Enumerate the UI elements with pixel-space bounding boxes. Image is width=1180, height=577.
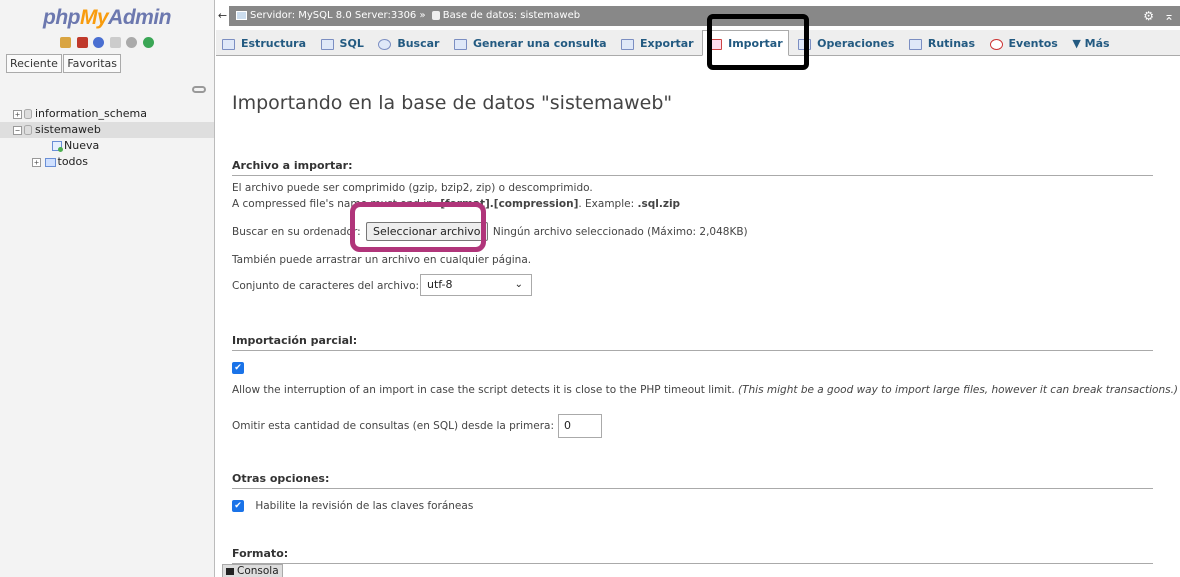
annotation-highlight-choose-file: [350, 202, 486, 252]
interrupt-checkbox-row: ✔: [232, 362, 244, 374]
database-tree: + information_schema − sistemaweb Nueva + …: [0, 106, 214, 170]
tab-estructura[interactable]: Estructura: [216, 31, 311, 56]
navigation-panel: phpMyAdmin Reciente Favoritas + informati…: [0, 0, 215, 577]
section-title-other: Otras opciones:: [232, 472, 1153, 489]
logout-icon[interactable]: [76, 36, 88, 48]
table-icon: [44, 157, 56, 167]
drag-note: También puede arrastrar un archivo en cu…: [232, 254, 532, 266]
recent-button[interactable]: Reciente: [6, 54, 62, 73]
help-icon[interactable]: [93, 36, 105, 48]
browse-label: Buscar en su ordenador:: [232, 226, 361, 238]
no-file-text: Ningún archivo seleccionado: [492, 226, 644, 238]
query-icon: [453, 38, 467, 50]
docs-icon[interactable]: [109, 36, 121, 48]
tab-rutinas[interactable]: Rutinas: [903, 31, 980, 56]
new-table-icon: [52, 141, 63, 152]
collapse-panel-icon[interactable]: ←: [216, 6, 230, 26]
expand-icon[interactable]: +: [32, 157, 41, 167]
tree-item-sistemaweb[interactable]: − sistemaweb: [0, 122, 214, 138]
main-tabs: Estructura SQL Buscar Generar una consul…: [216, 30, 1180, 56]
favorites-button[interactable]: Favoritas: [63, 54, 122, 73]
tab-eventos[interactable]: Eventos: [984, 31, 1063, 56]
breadcrumb-separator: »: [419, 10, 426, 21]
routines-icon: [908, 38, 922, 50]
link-with-main-icon[interactable]: [192, 86, 206, 93]
tree-item-label[interactable]: sistemaweb: [35, 123, 101, 136]
tab-mas[interactable]: ▼ Más: [1066, 31, 1114, 56]
scroll-top-icon[interactable]: ⌅: [1164, 6, 1174, 26]
database-icon: [24, 125, 32, 135]
charset-label: Conjunto de caracteres del archivo:: [232, 280, 420, 292]
settings-gear-icon[interactable]: ⚙: [1143, 6, 1154, 26]
home-icon[interactable]: [60, 36, 72, 48]
tab-sql[interactable]: SQL: [315, 31, 369, 56]
tree-item-label[interactable]: todos: [58, 155, 89, 168]
tree-item-nueva[interactable]: Nueva: [0, 138, 214, 154]
nav-icon-bar: [0, 35, 214, 51]
page-title: Importando en la base de datos "sistemaw…: [232, 92, 673, 114]
skip-queries-input[interactable]: 0: [558, 414, 602, 438]
sql-icon: [320, 38, 334, 50]
breadcrumb-server[interactable]: Servidor: MySQL 8.0 Server:3306: [250, 10, 416, 21]
console-icon: [226, 567, 234, 575]
console-tab[interactable]: Consola: [222, 564, 283, 577]
annotation-highlight-import-tab: [707, 14, 809, 70]
file-chooser-row: Buscar en su ordenador: Seleccionar arch…: [232, 222, 748, 241]
clock-icon: [989, 38, 1003, 50]
tree-item-todos[interactable]: + todos: [0, 154, 214, 170]
fk-checks-label: Habilite la revisión de las claves forán…: [255, 500, 474, 512]
tree-item-label[interactable]: Nueva: [64, 139, 99, 152]
tree-item-information-schema[interactable]: + information_schema: [0, 106, 214, 122]
interrupt-description: Allow the interruption of an import in c…: [232, 384, 1179, 396]
structure-icon: [222, 38, 235, 50]
allow-interrupt-checkbox[interactable]: ✔: [232, 362, 244, 374]
expand-icon[interactable]: +: [13, 109, 22, 119]
breadcrumb-database[interactable]: Base de datos: sistemaweb: [443, 10, 580, 21]
tree-item-label[interactable]: information_schema: [35, 107, 147, 120]
max-size-text: (Máximo: 2,048KB): [647, 226, 748, 238]
section-title-file: Archivo a importar:: [232, 159, 1153, 176]
database-icon: [431, 10, 440, 20]
charset-select[interactable]: utf-8 ⌄: [420, 274, 532, 296]
section-title-format: Formato:: [232, 547, 1153, 564]
phpmyadmin-logo[interactable]: phpMyAdmin: [0, 6, 214, 30]
tab-buscar[interactable]: Buscar: [372, 31, 444, 56]
gear-icon[interactable]: [126, 36, 138, 48]
server-icon: [236, 10, 247, 20]
tab-exportar[interactable]: Exportar: [615, 31, 699, 56]
chevron-down-icon: ⌄: [514, 279, 523, 290]
skip-label: Omitir esta cantidad de consultas (en SQ…: [232, 420, 555, 432]
breadcrumb: ← Servidor: MySQL 8.0 Server:3306 » Base…: [216, 6, 1180, 26]
caret-down-icon: ▼: [1072, 37, 1085, 50]
compress-note: El archivo puede ser comprimido (gzip, b…: [232, 182, 593, 194]
collapse-icon[interactable]: −: [13, 125, 22, 135]
reload-icon[interactable]: [142, 36, 154, 48]
export-icon: [621, 38, 635, 50]
database-icon: [24, 109, 32, 119]
fk-checks-checkbox[interactable]: ✔: [232, 500, 244, 512]
tab-generar-consulta[interactable]: Generar una consulta: [448, 31, 612, 56]
section-title-partial: Importación parcial:: [232, 334, 1153, 351]
fk-checks-row: ✔ Habilite la revisión de las claves for…: [232, 500, 473, 512]
search-icon: [378, 38, 392, 50]
